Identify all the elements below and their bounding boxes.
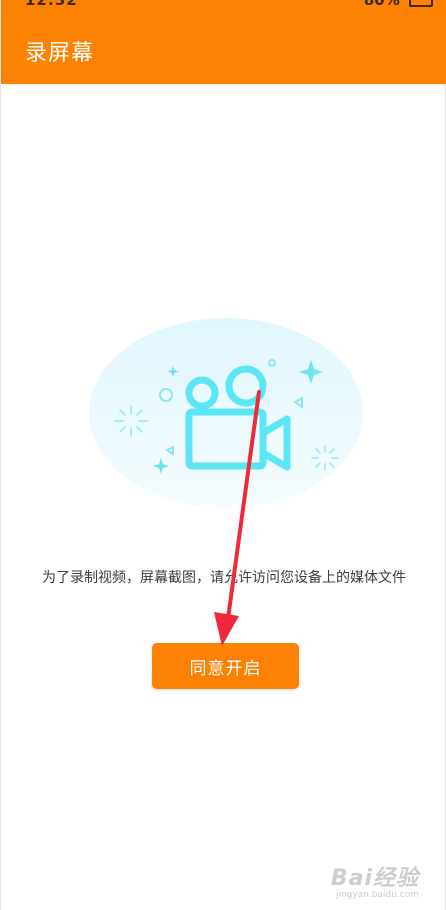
status-bar: 12:32 80% xyxy=(1,0,446,10)
watermark-main: Bai经验 xyxy=(330,866,419,891)
page-title: 录屏幕 xyxy=(25,41,95,66)
annotation-arrow-head xyxy=(214,612,239,646)
permission-illustration xyxy=(89,318,363,508)
status-battery: 80% xyxy=(364,0,433,9)
battery-icon xyxy=(409,0,433,7)
screen: 12:32 80% 录屏幕 为了录制视频，屏幕截图，请允许访问您设备上的媒体文件… xyxy=(0,0,446,910)
permission-message: 为了录制视频，屏幕截图，请允许访问您设备上的媒体文件 xyxy=(42,570,406,586)
watermark-logo: Bai经验 jingyan.baidu.com xyxy=(331,860,419,900)
app-bar: 录屏幕 xyxy=(1,10,446,84)
status-time: 12:32 xyxy=(25,0,78,9)
battery-percent: 80% xyxy=(363,0,400,9)
watermark-sub: jingyan.baidu.com xyxy=(335,890,419,900)
agree-enable-button[interactable]: 同意开启 xyxy=(152,643,299,689)
